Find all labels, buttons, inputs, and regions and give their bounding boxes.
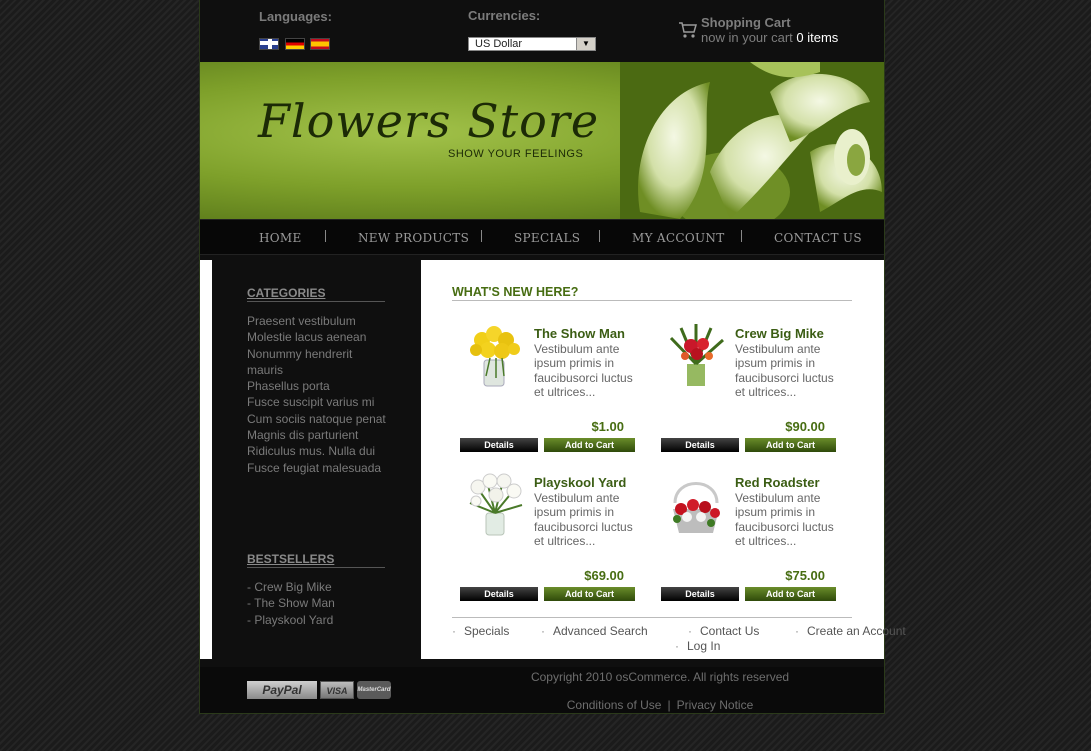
red-rose-basket-image[interactable] bbox=[661, 469, 731, 539]
category-item[interactable]: Praesent vestibulum bbox=[247, 313, 387, 329]
add-to-cart-button[interactable]: Add to Cart bbox=[544, 438, 635, 452]
product-card: Playskool Yard Vestibulum ante ipsum pri… bbox=[460, 469, 640, 609]
category-item[interactable]: Molestie lacus aenean bbox=[247, 329, 387, 345]
white-lilies-image[interactable] bbox=[460, 469, 530, 539]
product-description: Vestibulum ante ipsum primis in faucibus… bbox=[735, 342, 834, 400]
nav-new-products[interactable]: NEW PRODUCTS bbox=[358, 231, 469, 245]
main-nav: HOME NEW PRODUCTS SPECIALS MY ACCOUNT CO… bbox=[200, 219, 884, 255]
product-price: $1.00 bbox=[591, 419, 624, 434]
category-item[interactable]: Nonummy hendrerit mauris bbox=[247, 346, 387, 379]
paypal-logo: PayPal bbox=[247, 681, 317, 699]
info-links: Specials Advanced Search Contact Us Crea… bbox=[452, 617, 906, 653]
conditions-link[interactable]: Conditions of Use bbox=[567, 698, 662, 712]
nav-separator bbox=[741, 230, 742, 242]
product-card: Red Roadster Vestibulum ante ipsum primi… bbox=[661, 469, 841, 609]
privacy-link[interactable]: Privacy Notice bbox=[677, 698, 754, 712]
details-button[interactable]: Details bbox=[661, 438, 739, 452]
german-flag-icon[interactable] bbox=[285, 38, 305, 50]
banner: Flowers Store SHOW YOUR FEELINGS bbox=[200, 62, 884, 219]
nav-separator bbox=[481, 230, 482, 242]
sidebar: CATEGORIES Praesent vestibulum Molestie … bbox=[200, 260, 421, 659]
page-wrapper: Languages: Currencies: US Dollar ▼ Shopp… bbox=[199, 0, 906, 714]
languages-label: Languages: bbox=[259, 9, 332, 24]
category-item[interactable]: Phasellus porta bbox=[247, 378, 387, 394]
cart-prefix: now in your cart bbox=[701, 30, 793, 45]
footer: PayPal VISA MasterCard Copyright 2010 os… bbox=[200, 667, 884, 713]
product-description: Vestibulum ante ipsum primis in faucibus… bbox=[534, 491, 633, 549]
product-price: $69.00 bbox=[584, 568, 624, 583]
uk-flag-icon[interactable] bbox=[259, 38, 279, 50]
category-item[interactable]: Magnis dis parturient bbox=[247, 427, 387, 443]
store-logo[interactable]: Flowers Store bbox=[258, 94, 599, 148]
link-advanced-search[interactable]: Advanced Search bbox=[541, 624, 648, 639]
calla-lily-image bbox=[620, 62, 884, 219]
bestsellers-heading: BESTSELLERS bbox=[247, 552, 385, 568]
product-card: The Show Man Vestibulum ante ipsum primi… bbox=[460, 320, 640, 460]
visa-logo: VISA bbox=[320, 681, 354, 699]
product-price: $90.00 bbox=[785, 419, 825, 434]
currency-select-value: US Dollar bbox=[475, 38, 523, 50]
red-flowers-vase-image[interactable] bbox=[661, 320, 731, 390]
bestseller-item[interactable]: - Playskool Yard bbox=[247, 612, 387, 628]
category-item[interactable]: Fusce suscipit varius mi bbox=[247, 394, 387, 410]
spanish-flag-icon[interactable] bbox=[310, 38, 330, 50]
nav-separator bbox=[325, 230, 326, 242]
link-log-in[interactable]: Log In bbox=[675, 639, 720, 654]
product-name[interactable]: Crew Big Mike bbox=[735, 326, 824, 341]
link-specials[interactable]: Specials bbox=[452, 624, 509, 639]
bestseller-item[interactable]: - The Show Man bbox=[247, 595, 387, 611]
mastercard-logo: MasterCard bbox=[357, 681, 391, 699]
category-item[interactable]: Ridiculus mus. Nulla dui bbox=[247, 443, 387, 459]
bestseller-item[interactable]: - Crew Big Mike bbox=[247, 579, 387, 595]
nav-my-account[interactable]: MY ACCOUNT bbox=[632, 231, 725, 245]
currency-select[interactable]: US Dollar ▼ bbox=[468, 37, 596, 51]
categories-list: Praesent vestibulum Molestie lacus aenea… bbox=[247, 313, 387, 476]
product-card: Crew Big Mike Vestibulum ante ipsum prim… bbox=[661, 320, 841, 460]
main-content: WHAT'S NEW HERE? The Show Man Vestibulum… bbox=[421, 260, 906, 659]
product-name[interactable]: Red Roadster bbox=[735, 475, 820, 490]
product-description: Vestibulum ante ipsum primis in faucibus… bbox=[735, 491, 834, 549]
shopping-cart-icon[interactable] bbox=[678, 20, 698, 40]
chevron-down-icon[interactable]: ▼ bbox=[576, 38, 595, 50]
product-description: Vestibulum ante ipsum primis in faucibus… bbox=[534, 342, 633, 400]
product-price: $75.00 bbox=[785, 568, 825, 583]
currencies-label: Currencies: bbox=[468, 8, 541, 23]
category-item[interactable]: Cum sociis natoque penat bbox=[247, 411, 387, 427]
cart-count: 0 items bbox=[796, 30, 839, 45]
legal-separator: | bbox=[667, 698, 671, 712]
link-create-account[interactable]: Create an Account bbox=[795, 624, 906, 639]
nav-contact-us[interactable]: CONTACT US bbox=[774, 231, 862, 245]
categories-heading: CATEGORIES bbox=[247, 286, 385, 302]
product-name[interactable]: The Show Man bbox=[534, 326, 625, 341]
whats-new-heading: WHAT'S NEW HERE? bbox=[452, 285, 852, 301]
details-button[interactable]: Details bbox=[460, 438, 538, 452]
bestsellers-list: - Crew Big Mike - The Show Man - Playsko… bbox=[247, 579, 387, 628]
category-item[interactable]: Fusce feugiat malesuada bbox=[247, 460, 387, 476]
cart-status: now in your cart 0 items bbox=[701, 30, 838, 45]
product-name[interactable]: Playskool Yard bbox=[534, 475, 626, 490]
details-button[interactable]: Details bbox=[460, 587, 538, 601]
add-to-cart-button[interactable]: Add to Cart bbox=[745, 587, 836, 601]
nav-separator bbox=[599, 230, 600, 242]
store-tagline: SHOW YOUR FEELINGS bbox=[448, 148, 584, 160]
nav-home[interactable]: HOME bbox=[259, 231, 302, 245]
add-to-cart-button[interactable]: Add to Cart bbox=[745, 438, 836, 452]
details-button[interactable]: Details bbox=[661, 587, 739, 601]
copyright-text: Copyright 2010 osCommerce. All rights re… bbox=[530, 670, 790, 684]
link-contact-us[interactable]: Contact Us bbox=[688, 624, 759, 639]
legal-links: Conditions of Use | Privacy Notice bbox=[530, 698, 790, 712]
cart-title[interactable]: Shopping Cart bbox=[701, 15, 791, 30]
nav-specials[interactable]: SPECIALS bbox=[514, 231, 580, 245]
add-to-cart-button[interactable]: Add to Cart bbox=[544, 587, 635, 601]
yellow-roses-image[interactable] bbox=[460, 320, 530, 390]
create-account-label: Create an Account bbox=[807, 624, 906, 638]
